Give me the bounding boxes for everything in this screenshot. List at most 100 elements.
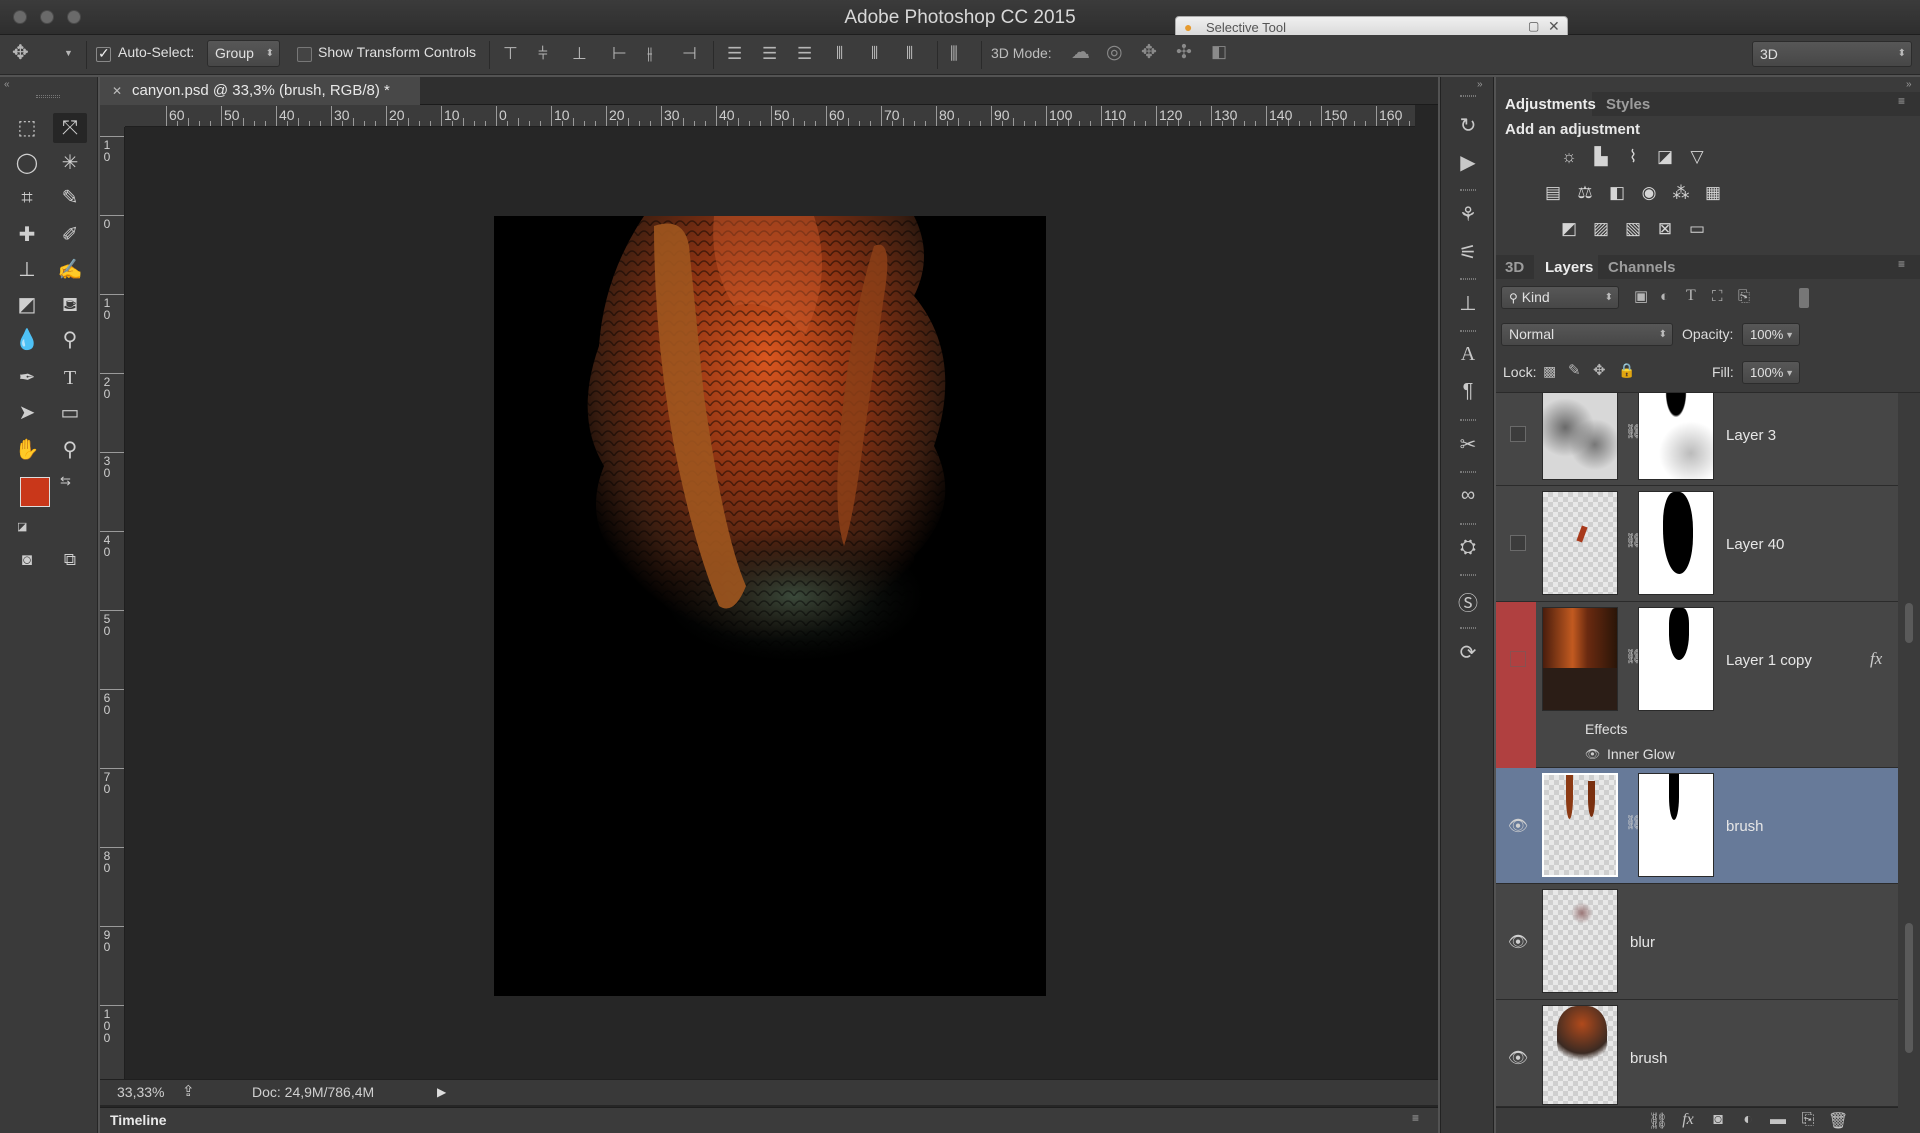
layer-name[interactable]: blur (1630, 934, 1655, 951)
layer-mask-thumbnail[interactable] (1638, 773, 1714, 877)
filter-pixel-icon[interactable]: ▣ (1634, 289, 1648, 304)
layer-thumbnail[interactable] (1542, 889, 1618, 993)
link-icon[interactable]: ⛓ (1625, 423, 1643, 440)
panel-grip[interactable] (1460, 574, 1476, 576)
ruler-origin[interactable] (100, 105, 125, 127)
pan-3d-icon[interactable]: ✥ (1141, 43, 1157, 62)
eye-icon[interactable]: 👁 (1506, 816, 1530, 836)
add-mask-icon[interactable]: ◙ (1708, 1111, 1728, 1129)
workspace-dropdown[interactable]: 3D ⬍ (1752, 41, 1912, 67)
collapse-icon[interactable]: » (1906, 79, 1912, 90)
layer-name[interactable]: Layer 3 (1726, 427, 1776, 444)
visibility-toggle[interactable] (1510, 535, 1526, 551)
layer-mask-thumbnail[interactable] (1638, 491, 1714, 595)
scrollbar-thumb[interactable] (1905, 603, 1913, 643)
layer-thumbnail[interactable] (1542, 1005, 1618, 1105)
eye-icon[interactable]: 👁 (1506, 1048, 1530, 1068)
close-icon[interactable]: ✕ (1548, 18, 1560, 35)
panel-grip[interactable] (1460, 330, 1476, 332)
panel-menu-icon[interactable]: ≡ (1412, 1111, 1419, 1125)
chevron-down-icon[interactable]: ▼ (1785, 325, 1794, 346)
layer-row-layer-40[interactable]: ⛓ Layer 40 (1496, 486, 1898, 602)
canvas[interactable] (494, 216, 1046, 996)
scale-3d-icon[interactable]: ◧ (1211, 43, 1227, 60)
filter-type-icon[interactable]: T (1686, 288, 1696, 304)
layer-fx-icon[interactable]: fx (1870, 649, 1882, 669)
lasso-tool-icon[interactable]: ◯ (10, 148, 44, 178)
panel-grip[interactable] (1460, 278, 1476, 280)
status-menu-arrow-icon[interactable]: ▶ (437, 1085, 446, 1099)
new-group-icon[interactable]: ▬ (1768, 1111, 1788, 1129)
chevron-down-icon[interactable]: ▼ (1785, 363, 1794, 384)
vibrance-icon[interactable]: ▽ (1686, 147, 1708, 167)
align-left-icon[interactable]: ⊢ (612, 45, 627, 62)
zoom-level[interactable]: 33,33% (117, 1084, 164, 1100)
libraries-icon[interactable]: ∞ (1441, 484, 1495, 507)
layer-row-brush-selected[interactable]: 👁 ⛓ brush (1496, 768, 1898, 884)
align-hcenter-icon[interactable]: ⫲ (647, 45, 653, 62)
panel-grip[interactable] (36, 95, 60, 98)
timeline-tab[interactable]: Timeline (110, 1112, 167, 1128)
clone-source-icon[interactable]: ⊥ (1441, 291, 1495, 316)
layer-mask-thumbnail[interactable] (1638, 607, 1714, 711)
panel-grip[interactable] (1460, 523, 1476, 525)
swap-colors-icon[interactable]: ⇆ (60, 473, 71, 489)
filter-adjustment-icon[interactable]: ◐ (1660, 289, 1669, 304)
maximize-icon[interactable]: ▢ (1528, 19, 1539, 33)
posterize-icon[interactable]: ▨ (1590, 219, 1612, 239)
color-lookup-icon[interactable]: ▦ (1702, 183, 1724, 203)
tab-channels[interactable]: Channels (1608, 259, 1676, 276)
photo-filter-icon[interactable]: ◉ (1638, 183, 1660, 203)
collapse-icon[interactable]: « (4, 79, 10, 90)
opacity-input[interactable]: 100% ▼ (1742, 323, 1800, 346)
panel-grip[interactable] (1460, 627, 1476, 629)
orbit-3d-icon[interactable]: ☁ (1071, 43, 1090, 62)
timeline-panel[interactable]: Timeline ≡ (100, 1107, 1438, 1133)
crop-tool-icon[interactable]: ⌗ (10, 183, 44, 213)
lock-all-icon[interactable]: 🔒 (1618, 363, 1635, 377)
align-vcenter-icon[interactable]: ⫩ (538, 45, 548, 62)
roll-3d-icon[interactable]: ◎ (1106, 43, 1123, 62)
clone-stamp-tool-icon[interactable]: ⊥ (10, 255, 44, 285)
filter-shape-icon[interactable]: ⛶ (1712, 289, 1723, 304)
pen-tool-icon[interactable]: ✒ (10, 363, 44, 393)
tab-3d[interactable]: 3D (1505, 259, 1524, 276)
new-adjustment-layer-icon[interactable]: ◐ (1738, 1111, 1758, 1129)
type-tool-icon[interactable]: T (53, 363, 87, 393)
link-icon[interactable]: ⛓ (1625, 532, 1643, 549)
move-tool-icon[interactable]: ⤧ (53, 113, 87, 143)
auto-align-icon[interactable]: ⫼ (950, 45, 958, 62)
scrollbar-thumb[interactable] (1905, 923, 1913, 1053)
auto-select-dropdown[interactable]: Group ⬍ (207, 40, 280, 67)
layer-name[interactable]: Layer 40 (1726, 536, 1784, 553)
panel-menu-icon[interactable]: ≡ (1898, 257, 1905, 271)
dodge-tool-icon[interactable]: ⚲ (53, 325, 87, 355)
3d-materials-icon[interactable]: ⛭ (1441, 536, 1495, 559)
marquee-tool-icon[interactable]: ⬚ (10, 113, 44, 143)
tool-presets-icon[interactable]: ✂ (1441, 432, 1495, 457)
layer-row-layer-1-copy[interactable]: ⛓ Layer 1 copy fx Effects 👁 Inner Glow (1496, 602, 1898, 768)
panel-grip[interactable] (1460, 189, 1476, 191)
foreground-color-swatch[interactable] (20, 477, 50, 507)
actions-play-icon[interactable]: ▶ (1441, 150, 1495, 175)
inner-glow-effect[interactable]: Inner Glow (1607, 746, 1675, 762)
history-brush-tool-icon[interactable]: ✍ (53, 255, 87, 285)
panel-grip[interactable] (1460, 419, 1476, 421)
layer-thumbnail[interactable] (1542, 773, 1618, 877)
layer-row-layer-3[interactable]: ⛓ Layer 3 (1496, 392, 1898, 486)
distribute-vcenter-icon[interactable]: ☰ (762, 45, 777, 62)
brush-settings-icon[interactable]: ⚟ (1441, 240, 1495, 265)
magic-wand-tool-icon[interactable]: ✳ (53, 148, 87, 178)
screen-mode-icon[interactable]: ⧉ (53, 545, 87, 575)
layer-filter-dropdown[interactable]: ⚲ Kind ⬍ (1501, 286, 1619, 309)
black-white-icon[interactable]: ◧ (1606, 183, 1628, 203)
threshold-icon[interactable]: ▧ (1622, 219, 1644, 239)
character-icon[interactable]: A (1441, 343, 1495, 366)
distribute-bottom-icon[interactable]: ☰ (797, 45, 812, 62)
eye-icon[interactable]: 👁 (1506, 932, 1530, 952)
chevron-down-icon[interactable]: ▼ (64, 49, 73, 58)
lock-pixels-icon[interactable]: ✎ (1568, 363, 1581, 378)
quick-mask-icon[interactable]: ◙ (10, 545, 44, 575)
zoom-tool-icon[interactable]: ⚲ (53, 435, 87, 465)
exposure-icon[interactable]: ◪ (1654, 147, 1676, 167)
